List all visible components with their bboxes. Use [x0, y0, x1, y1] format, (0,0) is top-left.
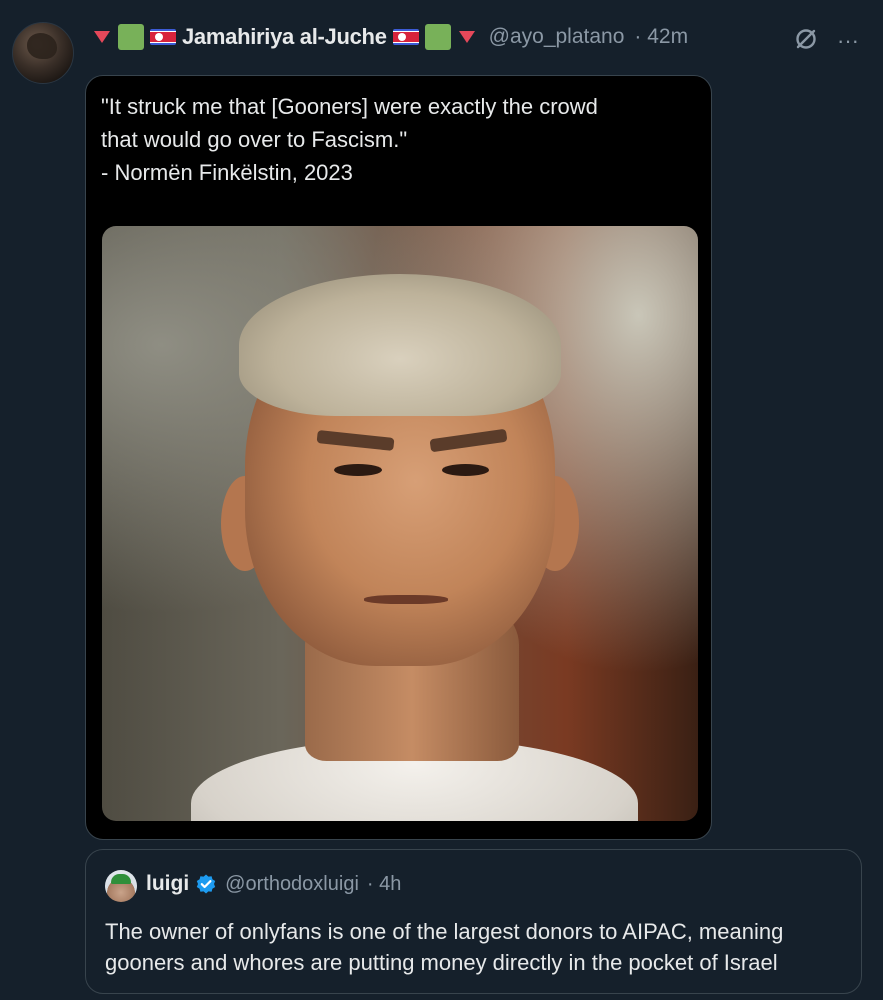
quoted-text-line: gooners and whores are putting money dir…	[105, 950, 778, 975]
author-avatar[interactable]	[12, 22, 74, 84]
red-triangle-emoji-icon	[94, 31, 110, 43]
photo-eye	[334, 464, 383, 476]
more-options-icon[interactable]: ···	[837, 30, 859, 52]
post-media-card[interactable]: "It struck me that [Gooners] were exactl…	[85, 75, 712, 840]
quoted-post-header: luigi @orthodoxluigi · 4h	[146, 872, 401, 896]
post-timestamp[interactable]: · 42m	[634, 25, 688, 49]
quoted-post-text: The owner of onlyfans is one of the larg…	[105, 916, 845, 978]
quoted-author-handle[interactable]: @orthodoxluigi	[225, 873, 359, 896]
green-square-emoji-icon	[118, 24, 144, 50]
post-header-actions: ···	[793, 26, 859, 56]
post-text-line: that would go over to Fascism."	[101, 127, 408, 152]
post-photo[interactable]	[102, 226, 698, 821]
author-display-name[interactable]: Jamahiriya al-Juche	[182, 24, 387, 50]
north-korea-flag-icon	[392, 29, 419, 45]
grok-slashed-circle-icon[interactable]	[793, 26, 819, 56]
photo-mouth	[364, 594, 448, 605]
avatar-cap-detail	[111, 874, 131, 884]
avatar-image-detail	[27, 33, 57, 59]
quoted-post-card[interactable]: luigi @orthodoxluigi · 4h The owner of o…	[85, 849, 862, 994]
post-text: "It struck me that [Gooners] were exactl…	[101, 90, 701, 189]
quoted-author-display-name[interactable]: luigi	[146, 872, 189, 896]
post-header: Jamahiriya al-Juche @ayo_platano · 42m	[92, 22, 688, 52]
photo-eye	[441, 464, 490, 476]
red-triangle-emoji-icon	[458, 31, 475, 43]
photo-hair	[239, 273, 561, 417]
quoted-author-avatar[interactable]	[105, 870, 137, 902]
north-korea-flag-icon	[150, 29, 176, 45]
author-handle[interactable]: @ayo_platano	[489, 25, 625, 49]
post-text-line: "It struck me that [Gooners] were exactl…	[101, 94, 598, 119]
green-square-emoji-icon	[424, 24, 451, 50]
quoted-post-timestamp[interactable]: · 4h	[367, 873, 401, 896]
verified-badge-icon	[195, 873, 217, 895]
post-text-line: - Normën Finkëlstin, 2023	[101, 160, 353, 185]
quoted-text-line: The owner of onlyfans is one of the larg…	[105, 919, 784, 944]
